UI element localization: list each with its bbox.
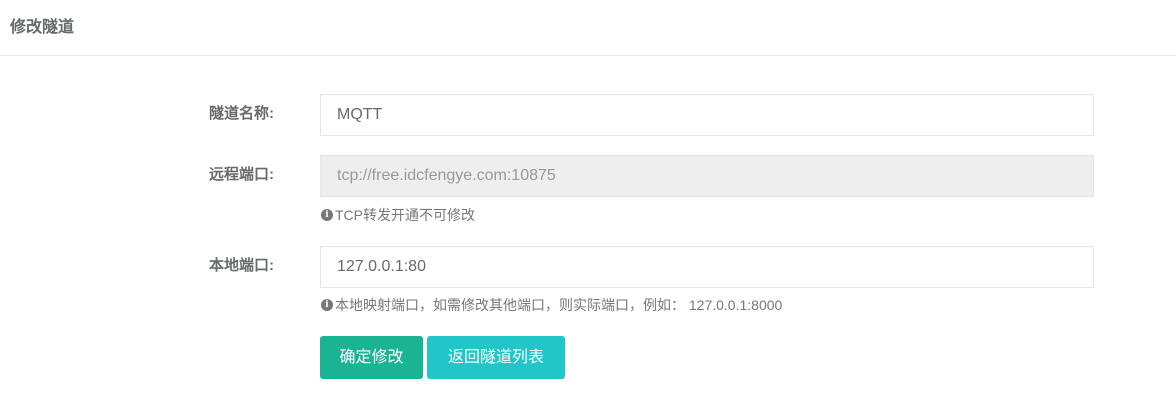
remote-port-help: i TCP转发开通不可修改 bbox=[321, 206, 475, 224]
local-port-input[interactable] bbox=[320, 246, 1094, 288]
local-port-help-text: 本地映射端口，如需修改其他端口，则实际端口，例如： 127.0.0.1:8000 bbox=[335, 297, 783, 313]
remote-port-help-text: TCP转发开通不可修改 bbox=[335, 207, 475, 223]
info-circle-icon: i bbox=[321, 209, 333, 221]
back-to-tunnel-list-button[interactable]: 返回隧道列表 bbox=[427, 336, 565, 379]
remote-port-label: 远程端口: bbox=[209, 166, 274, 183]
info-circle-icon: i bbox=[321, 299, 333, 311]
remote-port-input bbox=[320, 155, 1094, 197]
tunnel-name-label: 隧道名称: bbox=[209, 105, 274, 122]
local-port-help: i 本地映射端口，如需修改其他端口，则实际端口，例如： 127.0.0.1:80… bbox=[321, 296, 782, 314]
confirm-edit-button[interactable]: 确定修改 bbox=[320, 336, 423, 379]
tunnel-name-input[interactable] bbox=[320, 94, 1094, 136]
page-title: 修改隧道 bbox=[10, 19, 75, 36]
local-port-label: 本地端口: bbox=[209, 257, 274, 274]
panel-header: 修改隧道 bbox=[0, 0, 1176, 56]
